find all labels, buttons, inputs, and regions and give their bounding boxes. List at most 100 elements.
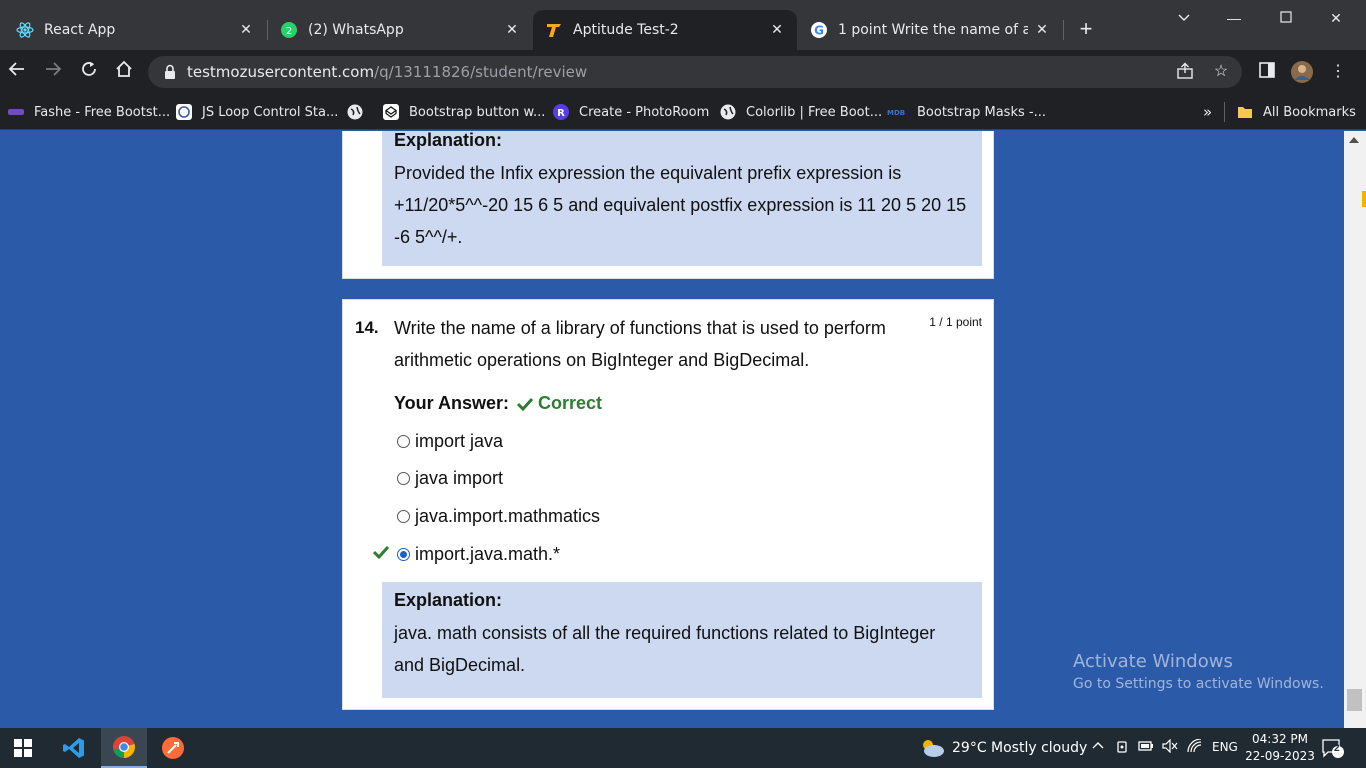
- radio-button[interactable]: [397, 434, 410, 448]
- tab-title: (2) WhatsApp: [308, 22, 404, 38]
- watermark-subtitle: Go to Settings to activate Windows.: [1073, 676, 1324, 692]
- explanation-text: Provided the Infix expression the equiva…: [394, 163, 967, 247]
- home-icon[interactable]: [112, 60, 136, 84]
- maximize-button[interactable]: [1262, 6, 1310, 30]
- photoroom-icon: R: [553, 104, 569, 120]
- explanation-box: Explanation: Provided the Infix expressi…: [382, 131, 982, 266]
- back-arrow-icon[interactable]: [5, 60, 29, 84]
- react-icon: [16, 21, 34, 39]
- radio-button[interactable]: [397, 471, 410, 485]
- speaker-muted-icon[interactable]: [1162, 738, 1178, 756]
- folder-icon: [1237, 104, 1253, 120]
- window-close-button[interactable]: ✕: [1312, 6, 1360, 30]
- chevron-up-icon[interactable]: [1092, 739, 1104, 755]
- tab-separator: [1063, 20, 1064, 40]
- question-text: Write the name of a library of functions…: [394, 318, 886, 370]
- side-panel-icon[interactable]: [1257, 62, 1277, 82]
- bookmarks-overflow-button[interactable]: »: [1203, 102, 1212, 122]
- notification-icon[interactable]: 2: [1322, 738, 1344, 761]
- globe-icon: [347, 104, 363, 120]
- all-bookmarks-folder[interactable]: All Bookmarks: [1237, 102, 1356, 122]
- language-indicator[interactable]: ENG: [1212, 740, 1238, 754]
- tab-react-app[interactable]: React App ✕: [4, 10, 266, 50]
- profile-avatar[interactable]: [1290, 60, 1314, 84]
- answer-option: import java: [397, 430, 503, 452]
- explanation-text: java. math consists of all the required …: [394, 623, 936, 675]
- bookmark-label: Bootstrap button w...: [409, 104, 546, 120]
- bookmark-item[interactable]: Colorlib | Free Boot...: [720, 102, 882, 122]
- close-icon[interactable]: ✕: [1034, 22, 1050, 38]
- address-bar[interactable]: testmozusercontent.com/q/13111826/studen…: [148, 56, 1242, 88]
- previous-question-card: Explanation: Provided the Infix expressi…: [342, 131, 994, 279]
- answer-option-selected: import.java.math.*: [397, 543, 560, 565]
- question-number: 14.: [355, 318, 379, 337]
- kebab-menu-icon[interactable]: ⋮: [1328, 62, 1348, 82]
- bookmark-label: Create - PhotoRoom: [579, 104, 710, 120]
- battery-icon[interactable]: [1138, 739, 1154, 755]
- clock-date: 22-09-2023: [1245, 749, 1315, 763]
- reload-icon[interactable]: [77, 60, 101, 84]
- option-label: java.import.mathmatics: [415, 505, 601, 526]
- bookmark-item[interactable]: MDB Bootstrap Masks -...: [887, 102, 1046, 122]
- close-icon[interactable]: ✕: [504, 22, 520, 38]
- bookmark-item[interactable]: JS Loop Control Sta...: [176, 102, 338, 122]
- radio-button[interactable]: [397, 509, 410, 523]
- explanation-box: Explanation: java. math consists of all …: [382, 582, 982, 698]
- bookmark-label: Bootstrap Masks -...: [917, 104, 1046, 120]
- weather-cloud-icon[interactable]: [918, 737, 946, 762]
- svg-text:R: R: [557, 108, 565, 119]
- scroll-up-arrow-icon[interactable]: [1349, 137, 1359, 143]
- lock-icon[interactable]: [164, 64, 176, 80]
- question-card: 14. Write the name of a library of funct…: [342, 299, 994, 710]
- share-icon[interactable]: [1175, 62, 1195, 82]
- new-tab-button[interactable]: +: [1073, 16, 1099, 42]
- bookmark-item[interactable]: Bootstrap button w...: [383, 102, 545, 122]
- scrollbar-thumb[interactable]: [1347, 689, 1362, 711]
- bookmark-item[interactable]: R Create - PhotoRoom: [553, 102, 709, 122]
- testmoz-icon: [545, 21, 563, 39]
- weather-text[interactable]: 29°C Mostly cloudy: [952, 740, 1087, 756]
- meet-now-icon[interactable]: [1116, 739, 1130, 758]
- chrome-icon[interactable]: [101, 728, 147, 768]
- tab-whatsapp[interactable]: 2 (2) WhatsApp ✕: [268, 10, 532, 50]
- your-answer-row: Your Answer: Correct: [394, 393, 602, 414]
- scroll-marker: [1362, 191, 1366, 207]
- bookmarks-bar: Fashe - Free Bootst... JS Loop Control S…: [0, 94, 1366, 130]
- activate-windows-watermark: Activate Windows Go to Settings to activ…: [1073, 651, 1324, 692]
- mdb-icon: MDB: [887, 104, 907, 120]
- postman-icon[interactable]: [150, 728, 196, 768]
- tab-title: Aptitude Test-2: [573, 22, 679, 38]
- url-text: testmozusercontent.com/q/13111826/studen…: [187, 63, 588, 81]
- star-bookmark-icon[interactable]: ☆: [1211, 62, 1231, 82]
- tab-google-search[interactable]: G 1 point Write the name of a libr ✕: [798, 10, 1062, 50]
- forward-arrow-icon[interactable]: [41, 60, 65, 84]
- close-icon[interactable]: ✕: [238, 22, 254, 38]
- system-clock[interactable]: 04:32 PM 22-09-2023: [1240, 731, 1320, 765]
- bookmark-label: All Bookmarks: [1263, 104, 1356, 120]
- tab-search-chevron-icon[interactable]: [1160, 6, 1208, 30]
- minimize-button[interactable]: —: [1210, 6, 1258, 30]
- wifi-icon[interactable]: [1187, 738, 1203, 756]
- vertical-scrollbar[interactable]: [1344, 131, 1366, 728]
- overflow-chevrons: »: [1203, 103, 1213, 121]
- svg-text:G: G: [814, 24, 824, 38]
- your-answer-label: Your Answer:: [394, 393, 510, 413]
- points-badge: 1 / 1 point: [929, 315, 982, 329]
- close-icon[interactable]: ✕: [769, 22, 785, 38]
- globe-icon: [720, 104, 736, 120]
- answer-option: java.import.mathmatics: [397, 505, 600, 527]
- tab-title: 1 point Write the name of a libr: [838, 22, 1028, 38]
- notification-count: 2: [1334, 743, 1340, 754]
- explanation-heading: Explanation:: [394, 131, 503, 150]
- bookmark-item[interactable]: [347, 102, 363, 122]
- google-icon: G: [810, 21, 828, 39]
- result-status: Correct: [517, 393, 602, 414]
- codepen-icon: [383, 104, 399, 120]
- radio-button-selected[interactable]: [397, 547, 410, 561]
- vscode-icon[interactable]: [51, 728, 97, 768]
- bookmark-label: JS Loop Control Sta...: [202, 104, 339, 120]
- option-label: import.java.math.*: [415, 543, 561, 564]
- clock-time: 04:32 PM: [1252, 732, 1308, 746]
- bookmark-item[interactable]: Fashe - Free Bootst...: [8, 102, 170, 122]
- windows-start-icon[interactable]: [0, 728, 46, 768]
